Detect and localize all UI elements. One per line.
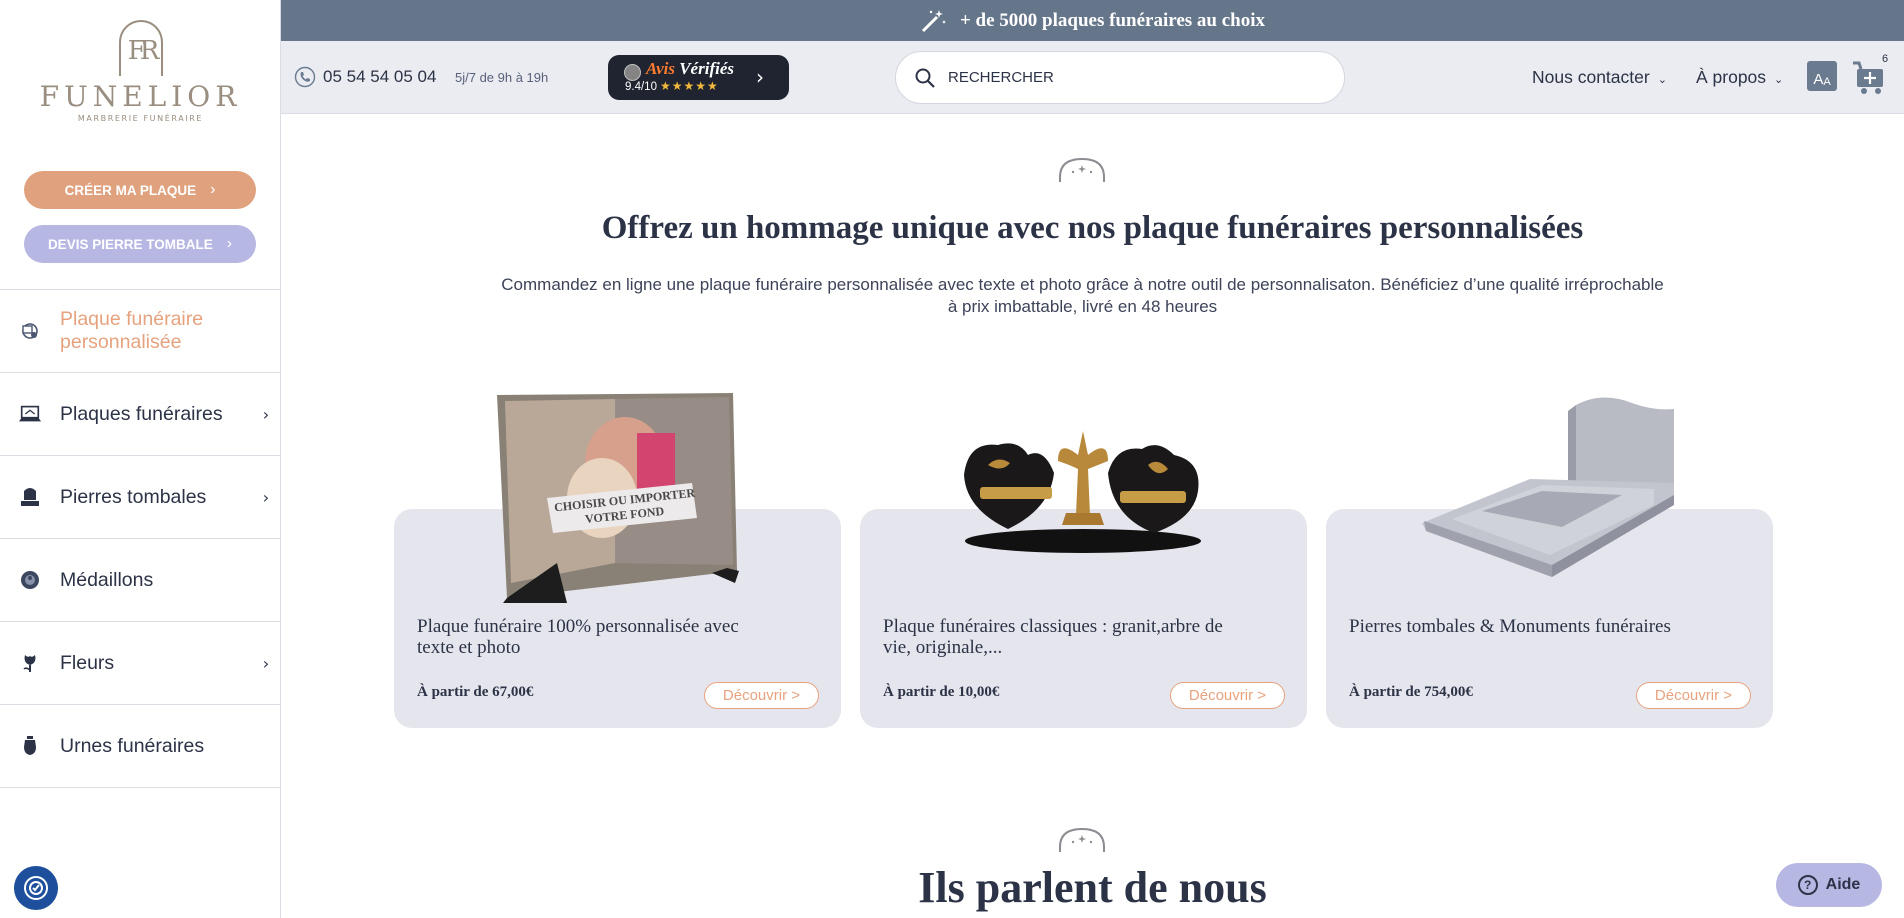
chevron-down-icon: ⌄: [1774, 74, 1784, 86]
tombstone-image[interactable]: [1422, 395, 1678, 577]
card-price: À partir de 10,00€: [883, 684, 1000, 700]
chevron-right-icon: ›: [262, 404, 270, 424]
discover-button[interactable]: Découvrir >: [703, 682, 819, 709]
brand-name: FUNELIOR: [39, 80, 242, 113]
font-size-button[interactable]: AA: [1807, 61, 1837, 91]
help-icon: ?: [1797, 875, 1818, 895]
reviews-score: 9.4/10: [625, 81, 657, 93]
discover-button[interactable]: Découvrir >: [1635, 682, 1751, 709]
sidebar-item-label: Plaques funéraires: [60, 402, 223, 425]
star-rating-icon: ★★★★★: [660, 79, 719, 93]
sidebar-item-label: Pierres tombales: [60, 485, 207, 508]
phone-number[interactable]: 05 54 54 05 04: [323, 67, 436, 87]
sidebar-item-medallions[interactable]: Médaillons: [0, 539, 281, 622]
chevron-right-icon: ›: [756, 65, 764, 89]
arch-ornament-icon: [1059, 157, 1105, 182]
medallion-icon: [18, 568, 42, 592]
discover-button[interactable]: Découvrir >: [1169, 682, 1285, 709]
reviews-logo-icon: [624, 64, 641, 81]
sidebar-item-label: Fleurs: [60, 651, 115, 674]
sidebar-item-label: Urnes funéraires: [60, 734, 205, 757]
sidebar: FR FUNELIOR MARBRERIE FUNÉRAIRE CRÉER MA…: [0, 0, 281, 918]
search-bar: [895, 51, 1345, 104]
search-icon[interactable]: [914, 67, 936, 89]
accessibility-button[interactable]: [14, 866, 58, 910]
reviews-title-main: Vérifiés: [679, 59, 734, 78]
card-price: À partir de 67,00€: [417, 684, 534, 700]
page-title: Offrez un hommage unique avec nos plaque…: [601, 210, 1584, 246]
sidebar-item-custom-plaque[interactable]: Plaque funéraire personnalisée: [0, 290, 281, 373]
tombstone-icon: [18, 485, 42, 509]
nav-about-label: À propos: [1696, 67, 1767, 87]
custom-plaque-icon: [18, 319, 42, 343]
magic-wand-icon: [921, 9, 946, 32]
nav-contact-dropdown[interactable]: Nous contacter ⌄: [1532, 67, 1667, 88]
nav-about-dropdown[interactable]: À propos ⌄: [1696, 67, 1783, 88]
sidebar-item-urns[interactable]: Urnes funéraires: [0, 705, 281, 788]
logo-arch-icon: FR: [118, 20, 163, 76]
opening-hours: 5j/7 de 9h à 19h: [455, 70, 549, 85]
brand-tagline: MARBRERIE FUNÉRAIRE: [77, 114, 204, 123]
page-description: Commandez en ligne une plaque funéraire …: [501, 275, 1664, 316]
logo-letters: FR: [127, 36, 160, 66]
card-price: À partir de 754,00€: [1349, 684, 1473, 700]
classic-plaque-image[interactable]: [958, 425, 1208, 555]
font-size-big-letter: A: [1813, 71, 1824, 88]
create-plaque-button[interactable]: CRÉER MA PLAQUE ›: [24, 171, 256, 209]
card-title: Plaque funéraires classiques : granit,ar…: [883, 616, 1223, 658]
accessibility-icon: [24, 876, 48, 900]
help-button[interactable]: ? Aide: [1776, 863, 1882, 907]
chevron-right-icon: ›: [210, 181, 216, 198]
chevron-right-icon: ›: [262, 487, 270, 507]
promo-bar: + de 5000 plaques funéraires au choix: [281, 0, 1904, 41]
card-title: Pierres tombales & Monuments funéraires: [1349, 616, 1671, 637]
top-header: 05 54 54 05 04 5j/7 de 9h à 19h Avis Vér…: [281, 41, 1904, 114]
font-size-small-letter: A: [1823, 76, 1831, 88]
sidebar-item-tombstones[interactable]: Pierres tombales ›: [0, 456, 281, 539]
card-title: Plaque funéraire 100% personnalisée avec…: [417, 616, 739, 658]
cart-count-badge: 6: [1877, 51, 1893, 67]
search-input[interactable]: [948, 69, 1328, 86]
section-title-press: Ils parlent de nous: [918, 863, 1267, 912]
chevron-down-icon: ⌄: [1657, 74, 1667, 86]
urn-icon: [18, 734, 42, 758]
reviews-title-prefix: Avis: [646, 59, 675, 78]
verified-reviews-badge[interactable]: Avis Vérifiés 9.4/10 ★★★★★ ›: [608, 55, 789, 100]
sidebar-item-flowers[interactable]: Fleurs ›: [0, 622, 281, 705]
plaque-icon: [18, 402, 42, 426]
devis-tombstone-label: DEVIS PIERRE TOMBALE: [47, 236, 213, 252]
chevron-right-icon: ›: [226, 235, 233, 252]
custom-plaque-image[interactable]: CHOISIR OU IMPORTER VOTRE FOND: [497, 393, 739, 603]
chevron-right-icon: ›: [262, 653, 270, 673]
sidebar-item-label: Plaque funéraire personnalisée: [60, 308, 204, 353]
create-plaque-label: CRÉER MA PLAQUE: [64, 182, 197, 198]
devis-tombstone-button[interactable]: DEVIS PIERRE TOMBALE ›: [24, 225, 256, 263]
nav-contact-label: Nous contacter: [1532, 67, 1650, 87]
flower-icon: [18, 651, 42, 675]
reviews-title: Avis Vérifiés: [646, 59, 734, 79]
sidebar-item-label: Médaillons: [60, 568, 154, 591]
sidebar-nav: Plaque funéraire personnalisée Plaques f…: [0, 289, 281, 788]
promo-text: + de 5000 plaques funéraires au choix: [959, 9, 1265, 31]
phone-icon: [294, 66, 316, 88]
brand-logo[interactable]: FR FUNELIOR MARBRERIE FUNÉRAIRE: [0, 20, 281, 123]
help-label: Aide: [1825, 876, 1861, 893]
sidebar-item-plaques[interactable]: Plaques funéraires ›: [0, 373, 281, 456]
arch-ornament-icon: [1059, 827, 1105, 852]
